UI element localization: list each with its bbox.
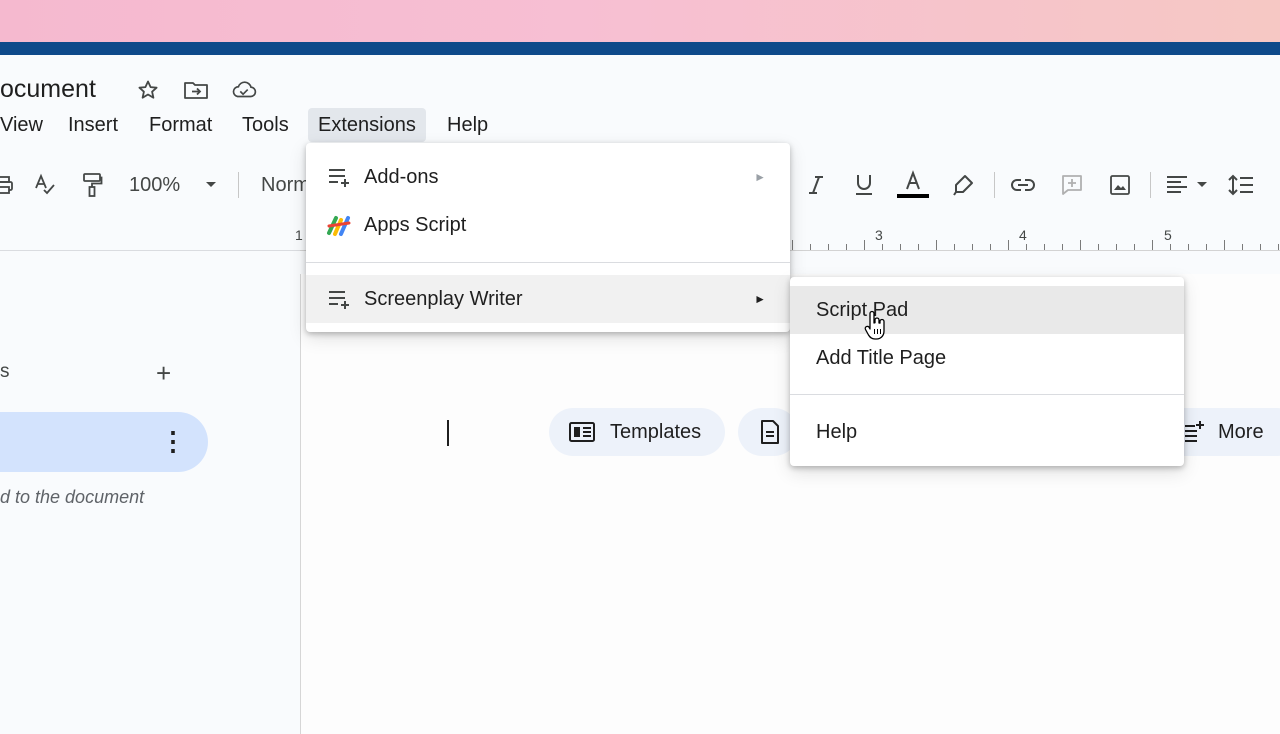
document-icon — [760, 420, 780, 450]
apps-script-icon — [326, 212, 352, 238]
menu-item-label: Add-ons — [364, 165, 439, 188]
star-icon[interactable] — [135, 77, 161, 103]
ruler-tick — [1134, 244, 1135, 250]
ruler-tick — [1026, 244, 1027, 250]
add-on-list-icon — [326, 286, 352, 312]
text-color-icon[interactable] — [895, 168, 931, 202]
ruler-tick — [954, 244, 955, 250]
ruler-tick — [792, 240, 793, 250]
ruler-number: 5 — [1164, 227, 1172, 243]
submenu-arrow-icon: ► — [754, 170, 766, 184]
ruler-tick — [1044, 244, 1045, 250]
ruler-number: 4 — [1019, 227, 1027, 243]
ruler-tick — [846, 244, 847, 250]
templates-chip[interactable]: Templates — [549, 408, 725, 456]
add-tab-icon[interactable]: + — [156, 358, 171, 389]
cloud-status-icon[interactable] — [231, 77, 257, 103]
ruler-tick — [1206, 244, 1207, 250]
document-title[interactable]: ocument — [0, 75, 96, 104]
ruler-tick — [1170, 244, 1171, 250]
ruler-tick — [1242, 244, 1243, 250]
more-options-icon[interactable]: ⋮ — [160, 427, 186, 455]
zoom-value[interactable]: 100% — [129, 168, 180, 202]
more-label: More — [1218, 420, 1264, 443]
ruler-tick — [1098, 244, 1099, 250]
ruler-tick — [1116, 244, 1117, 250]
toolbar-divider — [1150, 172, 1151, 198]
menu-item-screenplay-writer[interactable]: Screenplay Writer ► — [306, 275, 790, 323]
menu-tools[interactable]: Tools — [232, 108, 299, 142]
text-cursor — [447, 420, 449, 446]
ruler-tick — [1062, 244, 1063, 250]
link-icon[interactable] — [1009, 168, 1037, 202]
menu-item-label: Script Pad — [816, 298, 909, 321]
ruler-tick — [936, 240, 937, 250]
align-dropdown-icon[interactable] — [1194, 168, 1210, 202]
menu-extensions[interactable]: Extensions — [308, 108, 426, 142]
ruler-tick — [1008, 240, 1009, 250]
paint-format-icon[interactable] — [79, 168, 105, 202]
menu-item-add-ons[interactable]: Add-ons ► — [306, 153, 790, 201]
menu-item-label: Add Title Page — [816, 346, 947, 369]
ruler-number: 1 — [295, 227, 303, 243]
submenu-arrow-icon: ► — [754, 292, 766, 306]
ruler-number: 3 — [875, 227, 883, 243]
menu-divider — [790, 394, 1184, 395]
spellcheck-icon[interactable] — [32, 168, 58, 202]
ruler-tick — [1278, 244, 1279, 250]
zoom-dropdown-icon[interactable] — [201, 168, 221, 202]
sidebar-hint-text: d to the document — [0, 487, 145, 507]
ruler-tick — [810, 244, 811, 250]
desktop-wallpaper — [0, 0, 1280, 42]
ruler-tick — [1188, 244, 1189, 250]
menu-item-add-title-page[interactable]: Add Title Page — [790, 334, 1184, 382]
toolbar-divider — [994, 172, 995, 198]
menu-item-help[interactable]: Help — [790, 408, 1184, 456]
highlight-icon[interactable] — [950, 168, 976, 202]
hand-pointer-icon — [864, 309, 888, 341]
menu-item-label: Help — [816, 420, 858, 443]
add-ons-icon — [326, 164, 352, 190]
line-spacing-icon[interactable] — [1227, 168, 1255, 202]
ruler-tick — [972, 244, 973, 250]
menu-insert[interactable]: Insert — [58, 108, 128, 142]
screenplay-writer-submenu: Script Pad Add Title Page Help — [790, 277, 1184, 466]
more-icon — [1183, 420, 1205, 450]
document-chip[interactable] — [738, 408, 798, 456]
underline-icon[interactable] — [851, 168, 877, 202]
menu-view[interactable]: View — [0, 108, 53, 142]
ruler-tick — [864, 240, 865, 250]
extensions-menu: Add-ons ► Apps Script Screenplay Writer … — [306, 143, 790, 332]
ruler-tick — [1080, 240, 1081, 250]
print-icon[interactable] — [0, 168, 16, 202]
align-left-icon[interactable] — [1163, 168, 1191, 202]
ruler-tick — [918, 244, 919, 250]
templates-label: Templates — [610, 420, 702, 443]
sidebar-divider — [0, 250, 300, 251]
ruler-tick — [990, 244, 991, 250]
toolbar-divider — [238, 172, 239, 198]
comment-icon[interactable] — [1058, 168, 1086, 202]
menu-format[interactable]: Format — [139, 108, 222, 142]
paragraph-style-select[interactable]: Norm — [261, 168, 310, 202]
move-folder-icon[interactable] — [183, 77, 209, 103]
sidebar-section-label: s — [0, 361, 10, 382]
google-docs-window: ocument View Insert Format Tools Extensi… — [0, 55, 1280, 734]
ruler-tick — [1260, 244, 1261, 250]
menu-divider — [306, 262, 790, 263]
ruler-tick — [882, 244, 883, 250]
menu-item-script-pad[interactable]: Script Pad — [790, 286, 1184, 334]
menu-item-label: Screenplay Writer — [364, 287, 523, 310]
ruler-tick — [1224, 240, 1225, 250]
menu-item-label: Apps Script — [364, 213, 467, 236]
ruler-tick — [1152, 240, 1153, 250]
menu-item-apps-script[interactable]: Apps Script — [306, 201, 790, 249]
templates-icon — [569, 422, 595, 448]
image-icon[interactable] — [1106, 168, 1134, 202]
window-top-border — [0, 42, 1280, 55]
ruler-tick — [828, 244, 829, 250]
menu-help[interactable]: Help — [437, 108, 498, 142]
italic-icon[interactable] — [803, 168, 829, 202]
ruler-tick — [900, 244, 901, 250]
